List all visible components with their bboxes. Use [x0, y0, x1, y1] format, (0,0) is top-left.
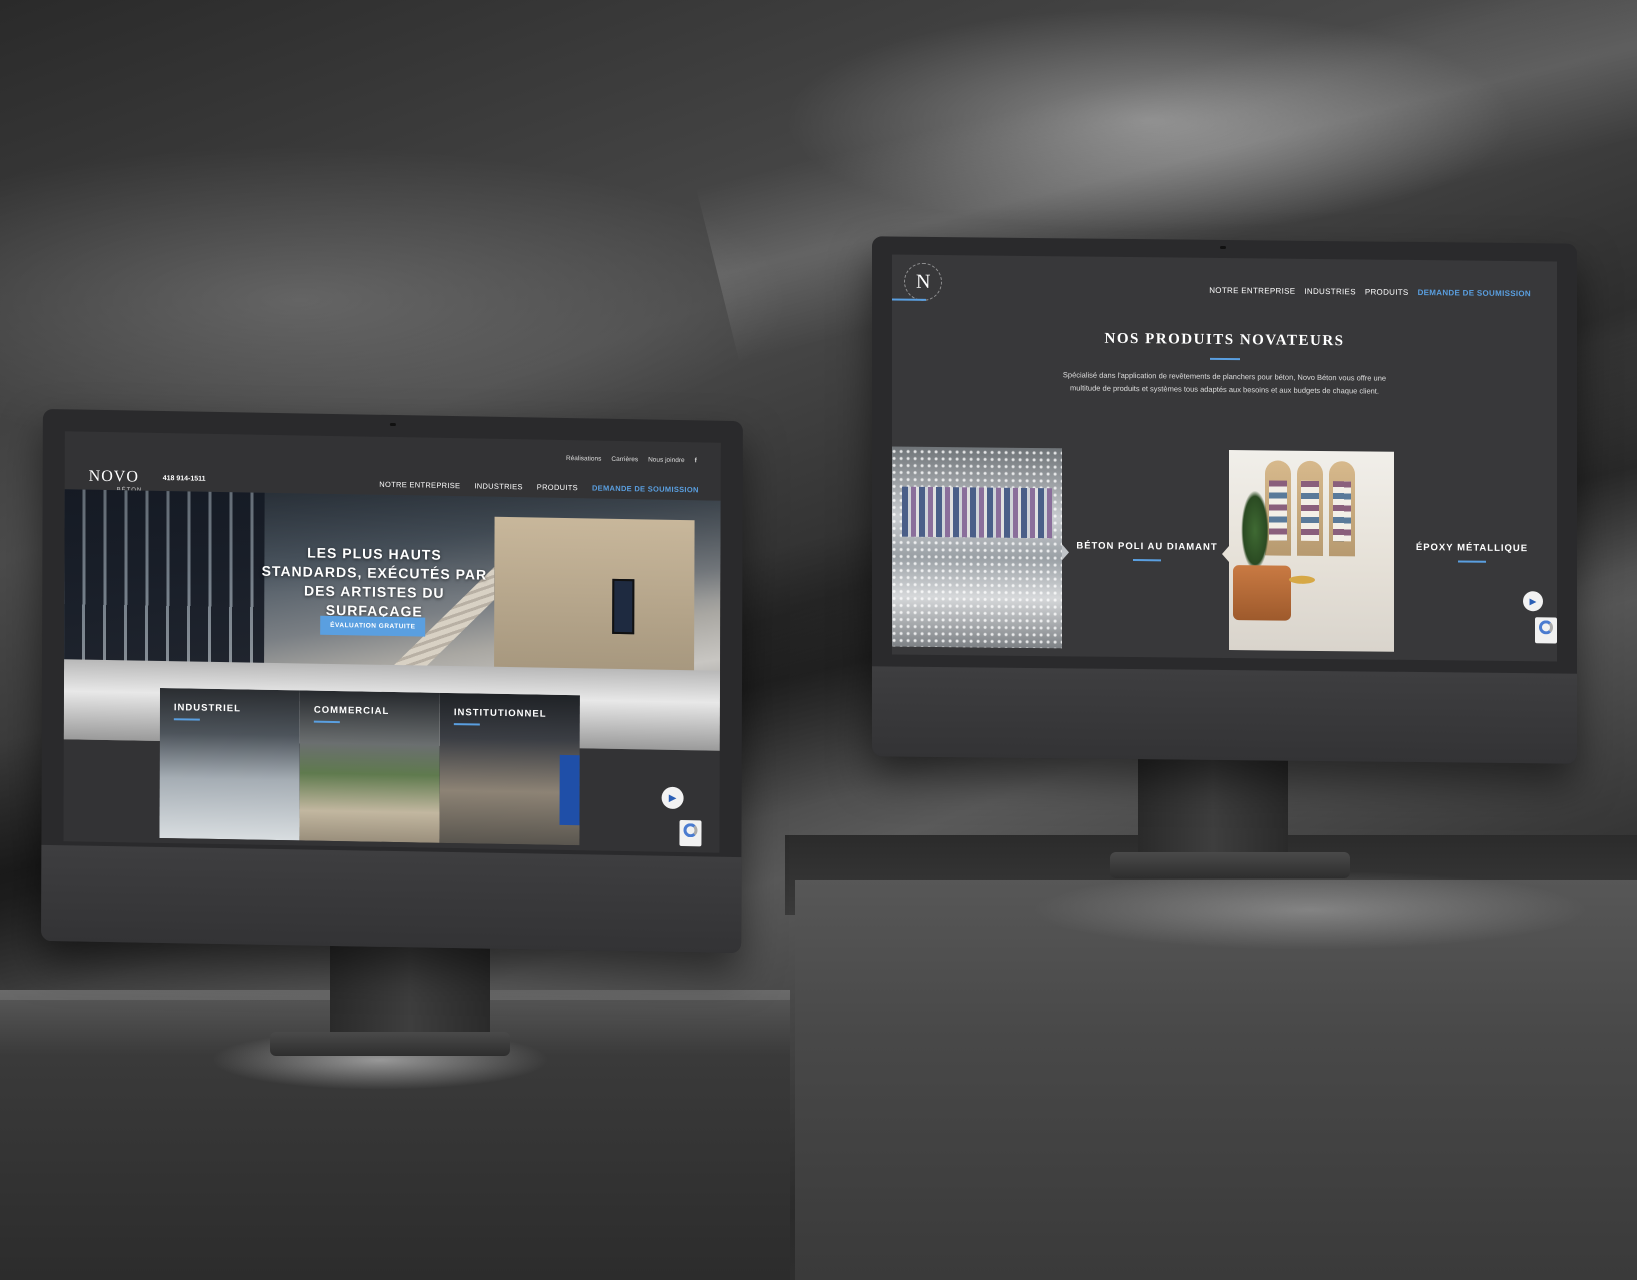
- nav-produits[interactable]: PRODUITS: [1365, 287, 1409, 296]
- free-evaluation-button[interactable]: ÉVALUATION GRATUITE: [320, 615, 426, 637]
- nav-notre-entreprise[interactable]: NOTRE ENTREPRISE: [1209, 286, 1295, 296]
- product-photo-epoxy[interactable]: [1229, 450, 1394, 652]
- nav-produits[interactable]: PRODUITS: [537, 483, 578, 493]
- product-label-beton-poli[interactable]: BÉTON POLI AU DIAMANT: [1072, 540, 1222, 553]
- right-monitor: N NOTRE ENTREPRISE INDUSTRIES PRODUITS D…: [872, 236, 1577, 764]
- hero-windows: [64, 489, 265, 673]
- product-label-bar: [1458, 560, 1486, 563]
- tile-accent-bar: [313, 720, 340, 724]
- product-label-epoxy[interactable]: ÉPOXY MÉTALLIQUE: [1397, 542, 1547, 555]
- hero-wall-screen: [612, 578, 635, 635]
- nav-notre-entreprise[interactable]: NOTRE ENTREPRISE: [379, 480, 460, 490]
- hero-wood-wall: [494, 516, 695, 681]
- recaptcha-badge[interactable]: [1535, 617, 1557, 644]
- arch-shelf: [1297, 460, 1323, 557]
- tile-label: INDUSTRIEL: [173, 702, 241, 715]
- play-icon[interactable]: ▶: [1523, 591, 1543, 612]
- plant: [1241, 490, 1269, 571]
- phone-number[interactable]: 418 914-1511: [163, 475, 206, 483]
- play-icon[interactable]: ▶: [661, 786, 684, 810]
- nav-demande-soumission[interactable]: DEMANDE DE SOUMISSION: [1418, 288, 1531, 298]
- hero-headline: LES PLUS HAUTS STANDARDS, EXÉCUTÉS PAR D…: [261, 544, 488, 620]
- nav-industries[interactable]: INDUSTRIES: [474, 481, 522, 491]
- product-label-bar: [1133, 559, 1161, 562]
- recaptcha-icon: [1539, 620, 1553, 635]
- tile-accent-bar: [453, 723, 480, 726]
- camera: [1220, 245, 1226, 250]
- section-description: Spécialisé dans l'application de revêtem…: [1062, 370, 1387, 396]
- recaptcha-badge[interactable]: [679, 820, 702, 847]
- tile-commercial[interactable]: COMMERCIAL: [299, 690, 440, 843]
- right-monitor-foot: [1110, 852, 1350, 878]
- section-title: NOS PRODUITS NOVATEURS: [1104, 330, 1345, 350]
- store-shelves: [902, 486, 1052, 539]
- tile-blue-accent: [559, 754, 580, 826]
- products-page-screen: N NOTRE ENTREPRISE INDUSTRIES PRODUITS D…: [892, 254, 1557, 662]
- nav-demande-soumission[interactable]: DEMANDE DE SOUMISSION: [592, 483, 699, 494]
- left-monitor-stand: [330, 940, 490, 1040]
- left-monitor: Réalisations Carrières Nous joindre f NO…: [41, 408, 743, 954]
- table: [1289, 575, 1315, 584]
- tile-accent-bar: [173, 718, 200, 721]
- tile-industriel[interactable]: INDUSTRIEL: [159, 687, 300, 841]
- left-monitor-chin: [41, 844, 742, 954]
- recaptcha-icon: [683, 823, 698, 838]
- right-monitor-chin: [872, 666, 1577, 764]
- tile-label: COMMERCIAL: [313, 704, 390, 717]
- camera: [389, 422, 396, 427]
- photo-notch: [1222, 545, 1229, 563]
- logo[interactable]: N: [904, 262, 942, 302]
- arch-shelf: [1329, 461, 1355, 557]
- right-monitor-stand: [1138, 755, 1288, 865]
- tile-institutionnel[interactable]: INSTITUTIONNEL: [439, 692, 580, 846]
- sofa: [1233, 565, 1291, 621]
- home-page-screen: Réalisations Carrières Nous joindre f NO…: [63, 431, 721, 853]
- logo-rule: [892, 298, 926, 301]
- industry-tiles: INDUSTRIEL COMMERCIAL INSTITUTIONNEL: [159, 687, 580, 846]
- facebook-icon[interactable]: f: [695, 457, 697, 464]
- nav-industries[interactable]: INDUSTRIES: [1304, 287, 1355, 297]
- product-photo-beton-poli[interactable]: [892, 446, 1062, 649]
- tile-label: INSTITUTIONNEL: [453, 707, 547, 720]
- left-monitor-foot: [270, 1032, 510, 1056]
- main-nav: NOTRE ENTREPRISE INDUSTRIES PRODUITS DEM…: [1209, 286, 1531, 298]
- logo[interactable]: NOVO: [89, 468, 139, 487]
- logo-letter: N: [916, 270, 931, 293]
- right-pedestal-shine: [1030, 870, 1590, 950]
- photo-notch: [1062, 544, 1069, 561]
- section-title-bar: [1210, 357, 1240, 361]
- main-nav: NOTRE ENTREPRISE INDUSTRIES PRODUITS DEM…: [379, 480, 698, 495]
- products-row: BÉTON POLI AU DIAMANT ÉPOXY MÉTALLIQUE: [892, 446, 1557, 654]
